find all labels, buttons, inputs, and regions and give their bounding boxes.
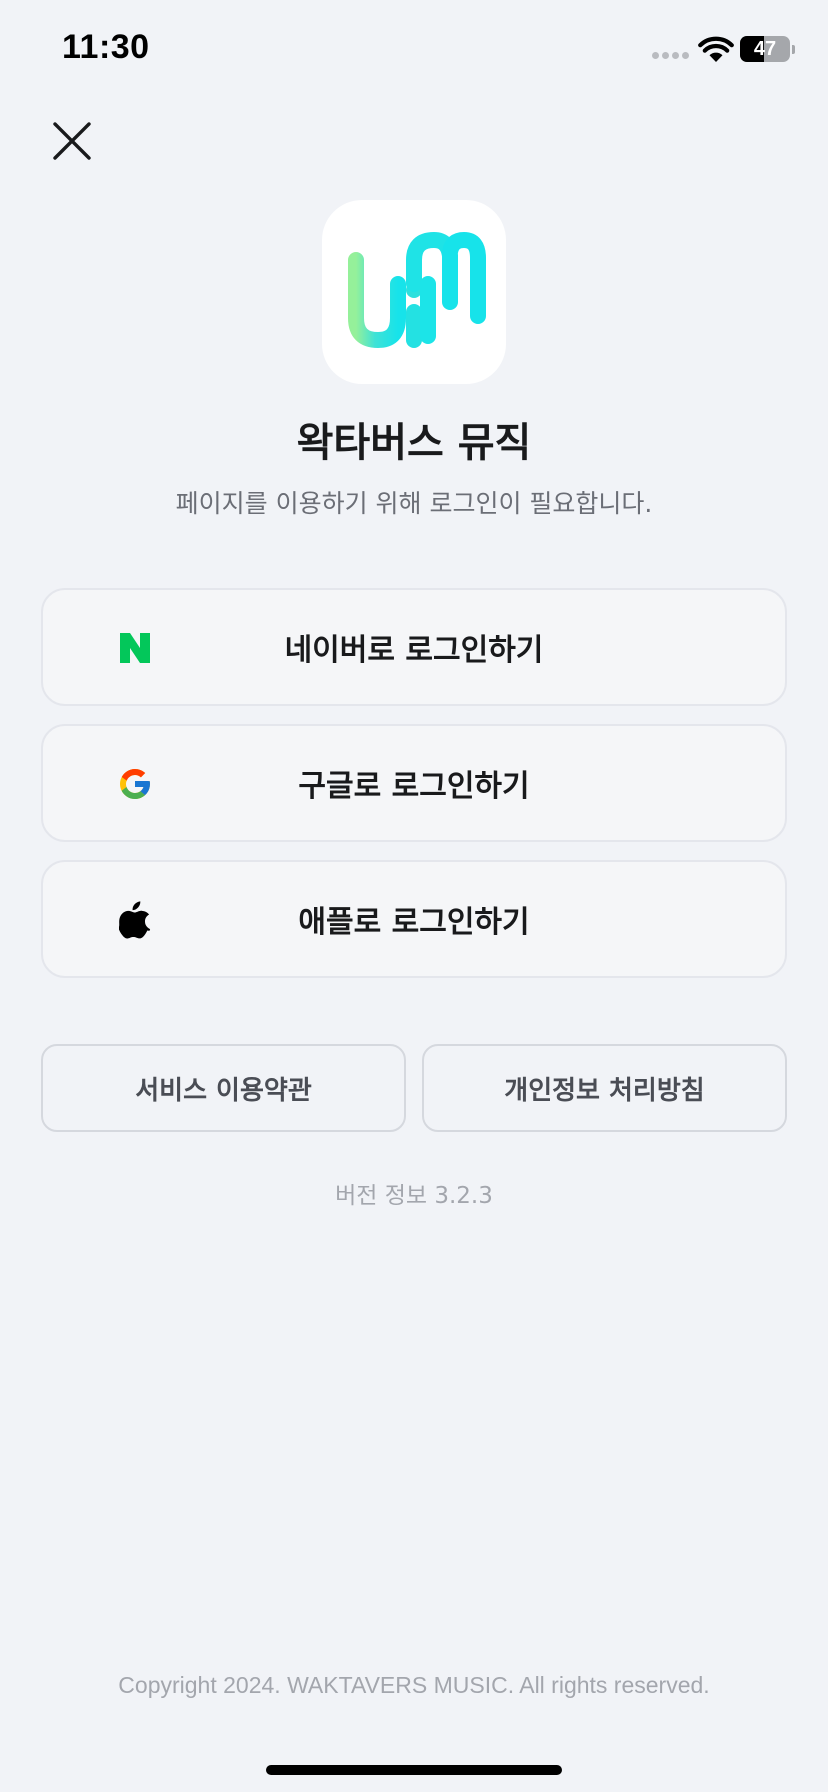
google-login-button[interactable]: 구글로 로그인하기 — [41, 724, 787, 842]
app-title: 왁타버스 뮤직 — [296, 420, 532, 466]
copyright-text: Copyright 2024. WAKTAVERS MUSIC. All rig… — [118, 1672, 710, 1698]
cellular-signal-icon — [652, 52, 689, 59]
naver-login-label: 네이버로 로그인하기 — [284, 633, 544, 668]
wifi-icon — [698, 36, 734, 62]
waktaverse-music-logo-icon — [348, 231, 486, 349]
battery-icon: 47 — [740, 36, 790, 62]
version-info: 버전 정보 3.2.3 — [335, 1183, 493, 1209]
app-logo — [322, 200, 506, 384]
terms-of-service-button[interactable]: 서비스 이용약관 — [41, 1044, 406, 1132]
google-login-label: 구글로 로그인하기 — [298, 769, 530, 804]
close-button[interactable] — [44, 112, 100, 168]
naver-login-button[interactable]: 네이버로 로그인하기 — [41, 588, 787, 706]
status-bar: 11:30 47 — [0, 0, 828, 100]
home-indicator[interactable] — [266, 1765, 562, 1775]
apple-login-button[interactable]: 애플로 로그인하기 — [41, 860, 787, 978]
battery-level: 47 — [753, 38, 777, 60]
privacy-policy-button[interactable]: 개인정보 처리방침 — [422, 1044, 787, 1132]
app-subtitle: 페이지를 이용하기 위해 로그인이 필요합니다. — [175, 489, 653, 518]
apple-login-label: 애플로 로그인하기 — [298, 905, 530, 940]
close-icon — [53, 122, 91, 160]
battery-tip — [792, 45, 795, 54]
status-time: 11:30 — [62, 28, 150, 66]
